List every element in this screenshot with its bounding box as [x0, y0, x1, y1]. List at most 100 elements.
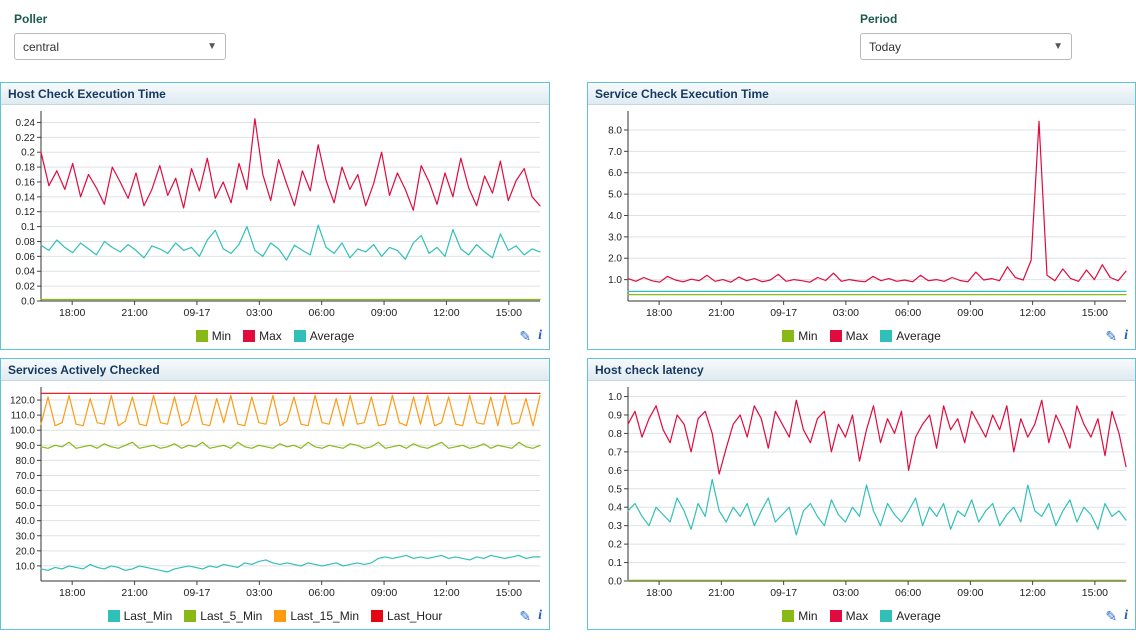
panel-actions: ✎ i	[519, 603, 542, 629]
chart-services-actively-checked: 10.020.030.040.050.060.070.080.090.0100.…	[1, 381, 549, 603]
legend-item-max[interactable]: Max	[243, 329, 282, 343]
period-selected-value: Today	[869, 40, 901, 54]
poller-select[interactable]: central ▼	[14, 33, 226, 60]
period-label: Period	[860, 12, 1072, 26]
svg-text:09-17: 09-17	[770, 587, 797, 599]
legend-swatch	[880, 330, 892, 342]
svg-text:4.0: 4.0	[608, 211, 622, 222]
panel-header: Service Check Execution Time	[588, 83, 1135, 105]
svg-text:0.4: 0.4	[608, 503, 622, 514]
legend-item-max[interactable]: Max	[830, 609, 869, 623]
poller-filter-group: Poller central ▼	[14, 12, 226, 60]
svg-text:18:00: 18:00	[646, 307, 672, 319]
svg-text:0.6: 0.6	[608, 466, 622, 477]
legend-item-average[interactable]: Average	[294, 329, 354, 343]
legend-label: Max	[846, 329, 869, 343]
svg-text:21:00: 21:00	[121, 307, 147, 319]
legend-swatch	[184, 610, 196, 622]
legend-item-last_hour[interactable]: Last_Hour	[371, 609, 442, 623]
svg-text:0.08: 0.08	[16, 237, 36, 248]
chart-host-check-latency: 0.00.10.20.30.40.50.60.70.80.91.018:0021…	[588, 381, 1135, 603]
edit-pencil-icon[interactable]: ✎	[1105, 329, 1117, 343]
legend-item-average[interactable]: Average	[880, 329, 940, 343]
legend-item-min[interactable]: Min	[782, 609, 817, 623]
svg-text:0.06: 0.06	[16, 252, 36, 263]
svg-text:09-17: 09-17	[770, 307, 797, 319]
svg-text:90.0: 90.0	[16, 441, 36, 452]
period-filter-group: Period Today ▼	[860, 12, 1072, 60]
svg-text:5.0: 5.0	[608, 190, 622, 201]
legend-item-last_min[interactable]: Last_Min	[108, 609, 173, 623]
svg-text:60.0: 60.0	[16, 486, 36, 497]
svg-text:09:00: 09:00	[957, 587, 983, 599]
svg-text:06:00: 06:00	[309, 307, 335, 319]
panel-header: Host Check Execution Time	[1, 83, 549, 105]
svg-text:21:00: 21:00	[708, 307, 734, 319]
info-icon[interactable]: i	[538, 329, 542, 343]
info-icon[interactable]: i	[1124, 609, 1128, 623]
legend-label: Average	[896, 609, 940, 623]
svg-text:18:00: 18:00	[646, 587, 672, 599]
panel-footer: Min Max Average ✎ i	[1, 323, 549, 349]
legend-swatch	[196, 330, 208, 342]
panel-host-check-execution-time: Host Check Execution Time 0.00.020.040.0…	[0, 82, 550, 350]
legend-item-min[interactable]: Min	[782, 329, 817, 343]
legend-swatch	[830, 330, 842, 342]
legend-swatch	[274, 610, 286, 622]
legend-swatch	[830, 610, 842, 622]
legend-item-min[interactable]: Min	[196, 329, 231, 343]
panel-title: Host check latency	[595, 363, 704, 377]
panel-title: Services Actively Checked	[8, 363, 160, 377]
svg-text:09:00: 09:00	[957, 307, 983, 319]
legend-label: Min	[798, 609, 817, 623]
svg-text:03:00: 03:00	[246, 307, 272, 319]
legend-label: Last_15_Min	[290, 609, 359, 623]
legend-label: Max	[846, 609, 869, 623]
panel-services-actively-checked: Services Actively Checked 10.020.030.040…	[0, 358, 550, 630]
legend-swatch	[243, 330, 255, 342]
legend-swatch	[782, 610, 794, 622]
svg-text:2.0: 2.0	[608, 254, 622, 265]
svg-text:15:00: 15:00	[1082, 307, 1108, 319]
legend-item-last_5_min[interactable]: Last_5_Min	[184, 609, 262, 623]
svg-text:0.0: 0.0	[608, 577, 622, 588]
svg-text:12:00: 12:00	[1019, 587, 1045, 599]
panel-footer: Min Max Average ✎ i	[588, 323, 1135, 349]
panel-title: Service Check Execution Time	[595, 87, 769, 101]
charts-grid: Host Check Execution Time 0.00.020.040.0…	[0, 82, 1136, 630]
svg-text:3.0: 3.0	[608, 232, 622, 243]
svg-text:30.0: 30.0	[16, 531, 36, 542]
chart-service-check-execution-time: 1.02.03.04.05.06.07.08.018:0021:0009-170…	[588, 105, 1135, 323]
legend-swatch	[782, 330, 794, 342]
edit-pencil-icon[interactable]: ✎	[1105, 609, 1117, 623]
svg-text:0.14: 0.14	[16, 192, 36, 203]
legend-item-last_15_min[interactable]: Last_15_Min	[274, 609, 359, 623]
svg-text:15:00: 15:00	[496, 307, 522, 319]
chart-legend: Min Max Average	[782, 609, 941, 623]
panel-service-check-execution-time: Service Check Execution Time 1.02.03.04.…	[587, 82, 1136, 350]
legend-item-max[interactable]: Max	[830, 329, 869, 343]
svg-text:80.0: 80.0	[16, 456, 36, 467]
panel-header: Services Actively Checked	[1, 359, 549, 381]
info-icon[interactable]: i	[538, 609, 542, 623]
chart-canvas: 0.00.10.20.30.40.50.60.70.80.91.018:0021…	[588, 381, 1135, 603]
svg-text:0.2: 0.2	[21, 148, 35, 159]
svg-text:21:00: 21:00	[708, 587, 734, 599]
svg-text:0.5: 0.5	[608, 484, 622, 495]
period-select[interactable]: Today ▼	[860, 33, 1072, 60]
legend-item-average[interactable]: Average	[880, 609, 940, 623]
legend-swatch	[371, 610, 383, 622]
edit-pencil-icon[interactable]: ✎	[519, 609, 531, 623]
svg-text:06:00: 06:00	[309, 587, 335, 599]
svg-text:12:00: 12:00	[433, 307, 459, 319]
svg-text:12:00: 12:00	[433, 587, 459, 599]
svg-text:7.0: 7.0	[608, 147, 622, 158]
svg-text:18:00: 18:00	[59, 307, 85, 319]
panel-header: Host check latency	[588, 359, 1135, 381]
svg-text:0.12: 0.12	[16, 207, 36, 218]
chart-legend: Min Max Average	[196, 329, 355, 343]
svg-text:09-17: 09-17	[184, 307, 211, 319]
legend-label: Last_Min	[124, 609, 173, 623]
info-icon[interactable]: i	[1124, 329, 1128, 343]
edit-pencil-icon[interactable]: ✎	[519, 329, 531, 343]
